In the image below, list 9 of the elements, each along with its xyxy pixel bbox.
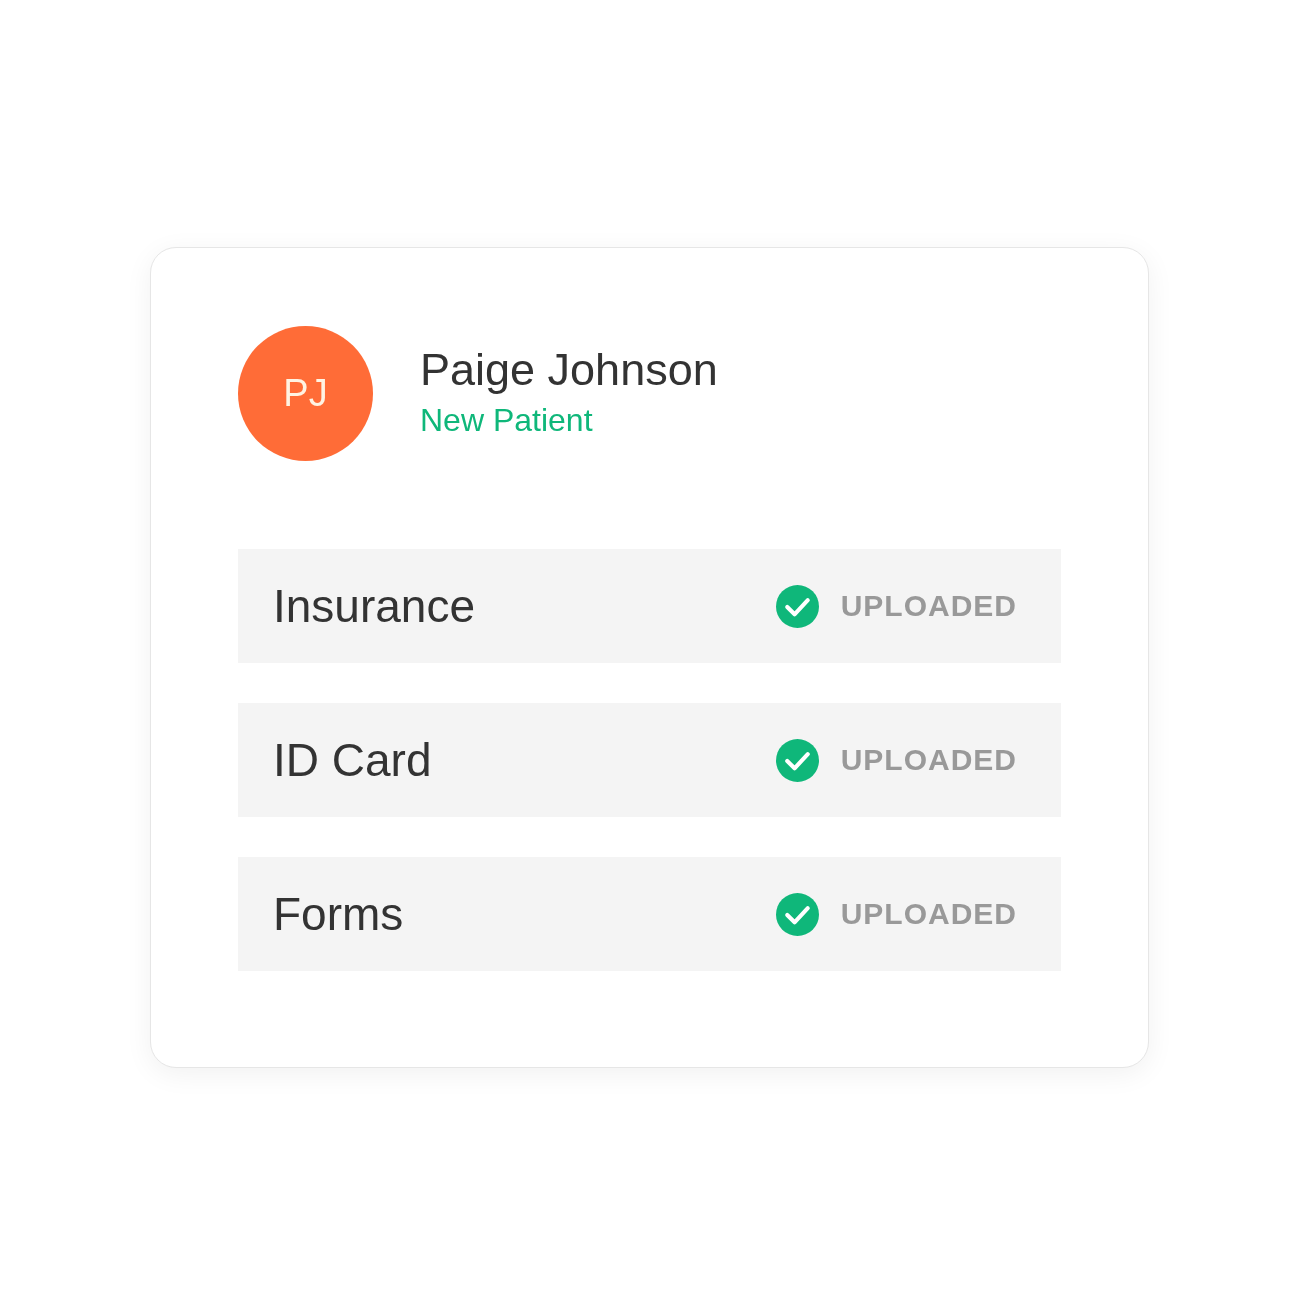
document-label: Insurance [273, 579, 475, 633]
patient-name: Paige Johnson [420, 343, 718, 398]
avatar-initials: PJ [238, 326, 373, 461]
upload-status: UPLOADED [840, 589, 1017, 623]
document-label: ID Card [273, 733, 432, 787]
patient-status: New Patient [420, 401, 594, 440]
upload-status: UPLOADED [840, 897, 1017, 931]
document-label: Forms [273, 887, 404, 941]
upload-status: UPLOADED [840, 743, 1017, 777]
